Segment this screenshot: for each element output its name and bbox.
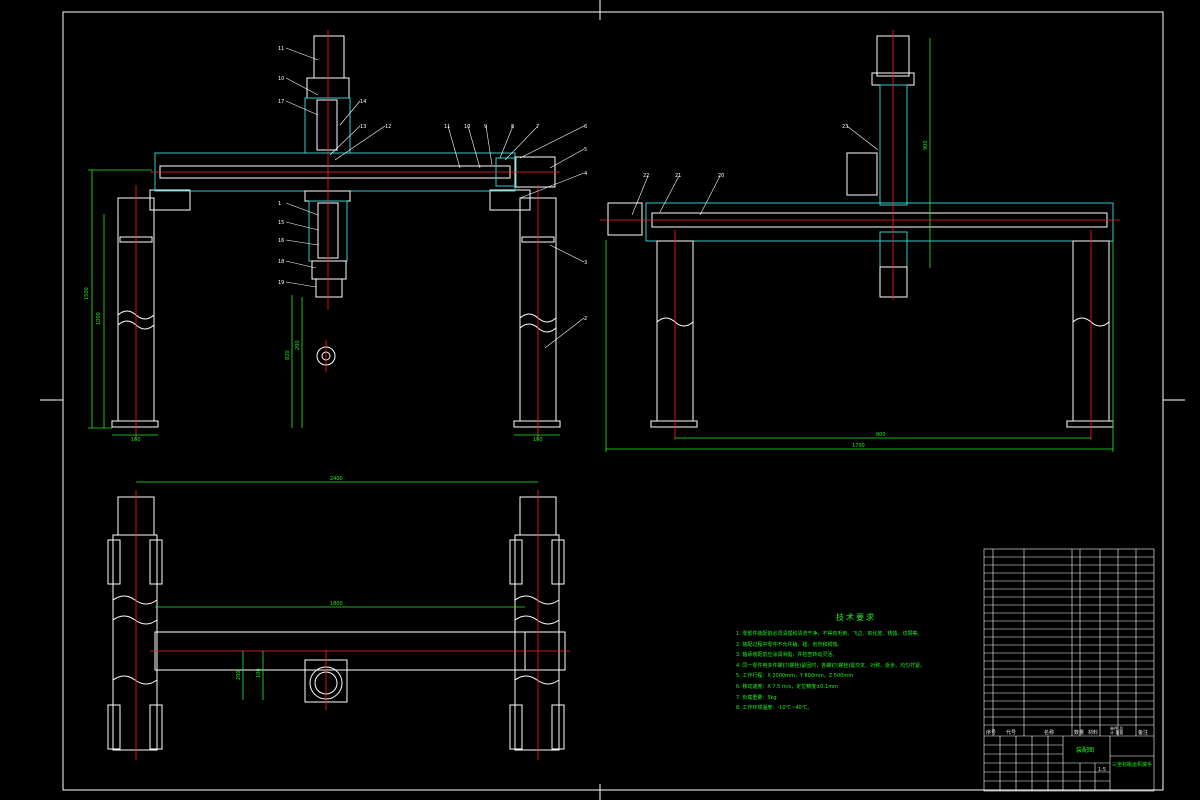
dim-foot-right: 160	[533, 437, 543, 443]
right-column	[489, 189, 561, 428]
dim-side-total: 1700	[852, 443, 865, 449]
requirement-line: 8. 工作环境温度：-10℃~40℃。	[736, 705, 813, 712]
balloon: 16	[278, 238, 284, 244]
title-block: 序号 代号 名称 数量 材料 单件 总计 重量 备注 装配图 三坐标搬运机械手 …	[984, 549, 1154, 791]
balloon: 11	[444, 124, 450, 130]
balloon: 12	[385, 124, 391, 130]
requirement-line: 1. 零部件装配前必须清理和清洗干净，不得有毛刺、飞边、氧化皮、锈蚀、切屑等。	[736, 631, 923, 637]
header-code: 代号	[1006, 730, 1017, 736]
side-view-dimension-text: 900 1700 800	[852, 140, 929, 449]
balloon: 15	[278, 220, 284, 226]
balloon: 5	[584, 147, 587, 153]
header-index: 序号	[986, 730, 997, 736]
top-view	[107, 496, 566, 751]
front-view-dimension-text: 1500 1000 820 200 160 160	[84, 287, 543, 443]
balloon: 21	[675, 173, 681, 179]
requirement-line: 2. 装配过程中零件不允许磕、碰、划伤和锈蚀。	[736, 641, 843, 648]
side-view-balloon-text: 23 22 21 20	[643, 124, 848, 179]
requirement-line: 7. 负载重量：5kg	[736, 694, 777, 701]
header-name: 名称	[1044, 730, 1055, 736]
balloon: 22	[643, 173, 649, 179]
technical-requirements: 技术要求 1. 零部件装配前必须清理和清洗干净，不得有毛刺、飞边、氧化皮、锈蚀、…	[736, 612, 976, 714]
balloon: 23	[842, 124, 848, 130]
drawing-title: 装配图	[1076, 747, 1095, 754]
dim-z-base: 200	[295, 340, 301, 350]
dim-side-span: 800	[876, 432, 886, 438]
requirement-line: 4. 同一零件用多件螺钉(螺栓)紧固时，各螺钉(螺栓)需交叉、对称、逐步、均匀拧…	[736, 662, 926, 669]
balloon: 17	[278, 99, 284, 105]
side-view-leaders	[631, 125, 879, 216]
front-view-centerlines	[135, 30, 560, 440]
dim-left-total: 1500	[84, 287, 90, 300]
dim-beam-length: 1800	[330, 601, 343, 607]
scale: 1:5	[1098, 767, 1107, 773]
balloon: 8	[511, 124, 514, 130]
top-view-dimension-text: 2400 1800 100 200	[236, 476, 343, 680]
dim-z-stroke: 820	[285, 350, 291, 360]
balloon: 14	[360, 99, 366, 105]
requirement-line: 6. 移动速度：X 7.5 m/s，定位精度±0.1mm	[736, 683, 838, 690]
balloon: 11	[278, 46, 284, 52]
balloon: 2	[584, 316, 587, 322]
dim-carriage-a: 100	[256, 668, 262, 678]
balloon: 20	[718, 173, 724, 179]
side-view-centerlines	[600, 30, 1120, 440]
front-view-balloon-text: 11 10 17 14 13 12 11 10 9 8 7 6 5 4 3 2 …	[278, 46, 587, 322]
top-view-dimensions	[136, 481, 538, 700]
dim-carriage-b: 200	[236, 670, 242, 680]
product-name: 三坐标搬运机械手	[1112, 762, 1153, 768]
balloon: 18	[278, 259, 284, 265]
side-view-dimensions	[605, 38, 1114, 452]
balloon: 19	[278, 280, 284, 286]
balloon: 10	[464, 124, 470, 130]
requirement-line: 3. 轴承装配前应涂润滑脂，并检查转动灵活。	[736, 652, 838, 659]
top-view-centerlines	[135, 490, 570, 760]
technical-requirements-title: 技术要求	[836, 613, 876, 622]
balloon: 3	[584, 260, 587, 266]
dim-left-column: 1000	[96, 312, 102, 325]
balloon: 13	[360, 124, 366, 130]
left-column	[111, 189, 191, 428]
header-remark: 备注	[1138, 730, 1149, 736]
header-material: 材料	[1088, 730, 1099, 736]
balloon: 7	[536, 124, 539, 130]
balloon: 9	[484, 124, 487, 130]
z-axis	[304, 35, 351, 366]
dim-top-total: 2400	[330, 476, 343, 482]
header-weight: 单件 总计 重量	[1110, 726, 1124, 735]
balloon: 6	[584, 124, 587, 130]
dim-foot-left: 160	[131, 437, 141, 443]
balloon: 1	[278, 201, 281, 207]
dim-z-height: 900	[923, 140, 929, 150]
balloon: 10	[278, 76, 284, 82]
requirement-line: 5. 工作行程：X 2000mm，Y 800mm，Z 500mm	[736, 673, 854, 680]
front-view	[111, 35, 561, 428]
balloon: 4	[584, 171, 587, 177]
side-view	[607, 35, 1114, 428]
header-qty: 数量	[1074, 730, 1085, 736]
